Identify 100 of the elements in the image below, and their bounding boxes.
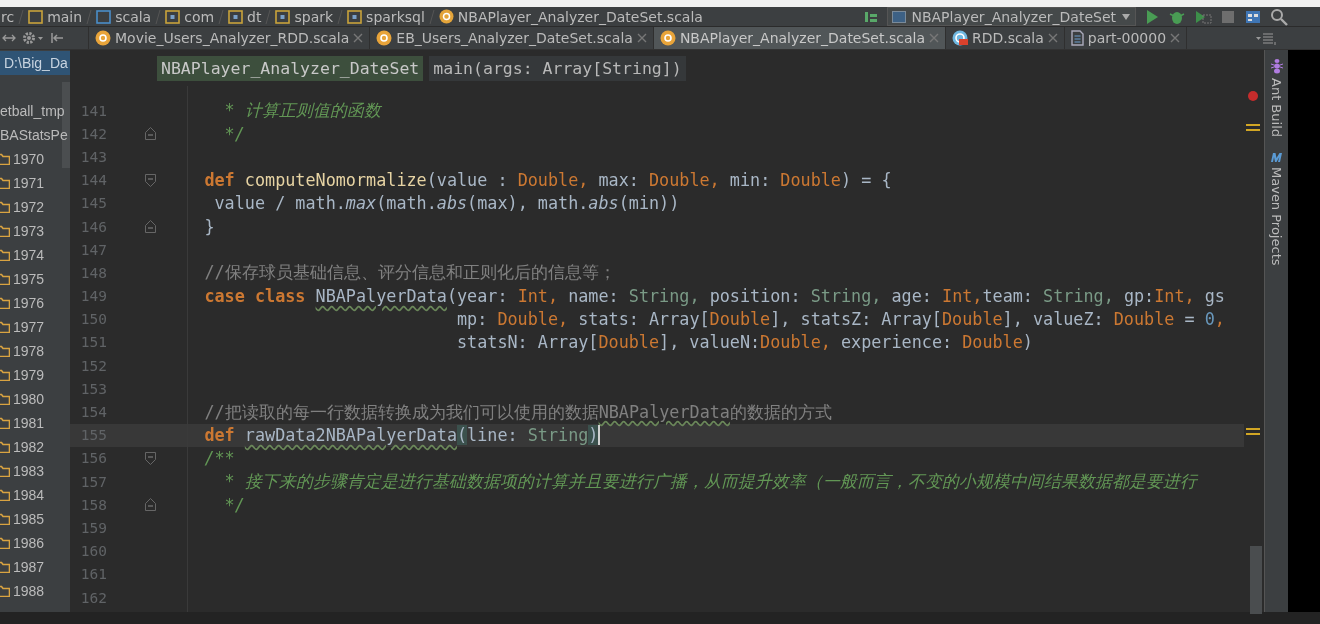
code-line: case class NBAPalyerData(year: Int, name: String, position: String, age: Int,team: String, gp:Int, gs	[203, 286, 1225, 307]
tool-window-button[interactable]: Ant Build	[1269, 58, 1284, 137]
line-number: 158	[79, 496, 107, 513]
caret-icon	[1121, 12, 1131, 21]
tree-item[interactable]: 1972	[0, 195, 70, 219]
code-line: def computeNomormalize(value : Double, max: Double, min: Double) = {	[203, 170, 892, 191]
folder-icon	[0, 441, 10, 453]
tree-item[interactable]: 1987	[0, 555, 70, 579]
fold-marker-icon[interactable]	[145, 220, 156, 234]
breadcrumb-item[interactable]: spark	[294, 8, 334, 25]
editor-tab[interactable]: NBAPlayer_Analyzer_DateSet.scala	[653, 27, 946, 49]
folder-icon	[0, 273, 10, 285]
line-number: 143	[79, 148, 107, 165]
code-line: statsN: Array[Double], valueN:Double, experience: Double)	[456, 332, 1033, 353]
tree-item[interactable]: 1973	[0, 219, 70, 243]
close-icon[interactable]	[636, 33, 647, 43]
run-configuration-dropdown[interactable]: NBAPlayer_Analyzer_DateSet	[887, 7, 1136, 26]
scrollbar-thumb[interactable]	[1250, 546, 1262, 614]
folder-icon	[0, 513, 10, 525]
code-line: value / math.max(math.abs(max), math.abs(min))	[213, 193, 680, 214]
folder-icon	[0, 537, 10, 549]
line-number: 148	[79, 264, 107, 281]
tree-item[interactable]: 1976	[0, 291, 70, 315]
tree-item[interactable]: 1984	[0, 483, 70, 507]
tree-item[interactable]: 1982	[0, 435, 70, 459]
line-number: 161	[79, 566, 107, 583]
tree-item[interactable]: 1986	[0, 531, 70, 555]
line-number: 150	[79, 311, 107, 328]
line-number: 142	[79, 125, 107, 142]
fold-marker-icon[interactable]	[145, 451, 156, 465]
stop-icon[interactable]	[1220, 8, 1236, 25]
tree-item[interactable]: 1988	[0, 579, 70, 603]
fold-marker-icon[interactable]	[145, 127, 156, 141]
folder-icon	[0, 345, 10, 357]
line-number: 157	[79, 473, 107, 490]
coverage-icon[interactable]	[1194, 8, 1212, 25]
close-icon[interactable]	[1047, 33, 1058, 43]
package-icon	[165, 9, 181, 24]
text-cursor	[598, 425, 601, 446]
breadcrumb-item[interactable]: dt	[247, 8, 262, 25]
fold-marker-icon[interactable]	[145, 173, 156, 187]
line-number: 154	[79, 404, 107, 421]
code-line: * 计算正则值的函数	[223, 99, 381, 123]
run-icon[interactable]	[1144, 8, 1160, 25]
line-number: 153	[79, 380, 107, 397]
collapse-icon[interactable]	[50, 31, 64, 45]
settings-icon[interactable]	[22, 31, 44, 45]
folder-icon	[28, 9, 44, 24]
breadcrumb-item[interactable]: NBAPlayer_Analyzer_DateSet	[157, 55, 424, 81]
line-number: 141	[79, 102, 107, 119]
tree-item[interactable]: 1977	[0, 315, 70, 339]
folder-icon	[0, 249, 10, 261]
tool-window-button[interactable]: Maven Projects	[1269, 151, 1284, 266]
tree-item[interactable]: 1970	[0, 147, 70, 171]
error-indicator-icon[interactable]	[1248, 91, 1258, 101]
close-icon[interactable]	[1170, 33, 1181, 43]
tree-item[interactable]: 1981	[0, 411, 70, 435]
breadcrumb-item[interactable]: NBAPlayer_Analyzer_DateSet.scala	[457, 8, 703, 25]
package-icon	[347, 9, 363, 24]
tree-item[interactable]: 1979	[0, 363, 70, 387]
breadcrumb-item[interactable]: rc	[1, 8, 15, 25]
breadcrumb-item[interactable]: sparksql	[366, 8, 425, 25]
tree-item[interactable]: 1978	[0, 339, 70, 363]
code-line: def rawData2NBAPalyerData(line: String)	[203, 425, 599, 446]
line-number: 146	[79, 218, 107, 235]
breadcrumb-item[interactable]: main(args: Array[String])	[429, 55, 686, 81]
line-number: 147	[79, 241, 107, 258]
folder-icon	[0, 489, 10, 501]
project-structure-icon[interactable]	[1244, 8, 1262, 25]
object-icon	[438, 9, 454, 24]
close-icon[interactable]	[928, 33, 939, 43]
warning-marker-icon[interactable]	[1246, 428, 1260, 436]
object-icon	[95, 30, 111, 46]
tree-item[interactable]: 1971	[0, 171, 70, 195]
tree-item[interactable]: 1980	[0, 387, 70, 411]
code-line: */	[223, 123, 245, 144]
tree-item[interactable]: 1975	[0, 267, 70, 291]
folder-icon	[0, 225, 10, 237]
tree-item[interactable]: etball_tmp	[0, 99, 70, 123]
close-icon[interactable]	[353, 33, 364, 43]
breadcrumb-item[interactable]: com	[184, 8, 215, 25]
folder-icon	[0, 561, 10, 573]
fold-marker-icon[interactable]	[145, 498, 156, 512]
tree-item[interactable]: 1985	[0, 507, 70, 531]
package-icon	[275, 9, 291, 24]
tab-list-icon[interactable]	[1256, 31, 1278, 45]
tree-item[interactable]: 1983	[0, 459, 70, 483]
folder-icon	[0, 465, 10, 477]
tree-item[interactable]: 1974	[0, 243, 70, 267]
code-line: //保存球员基础信息、评分信息和正则化后的信息等；	[203, 261, 616, 285]
tree-item[interactable]: D:\Big_Da	[0, 51, 70, 75]
tree-item[interactable]: BAStatsPe	[0, 123, 70, 147]
code-line: mp: Double, stats: Array[Double], statsZ: Array[Double], valueZ: Double = 0,	[456, 309, 1225, 330]
breadcrumb-item[interactable]: main	[47, 8, 83, 25]
search-icon[interactable]	[1270, 7, 1288, 26]
breadcrumb-item[interactable]: scala	[115, 8, 152, 25]
line-number: 156	[79, 450, 107, 467]
warning-marker-icon[interactable]	[1246, 124, 1260, 132]
folder-icon	[0, 393, 10, 405]
maven-icon	[1269, 151, 1284, 163]
